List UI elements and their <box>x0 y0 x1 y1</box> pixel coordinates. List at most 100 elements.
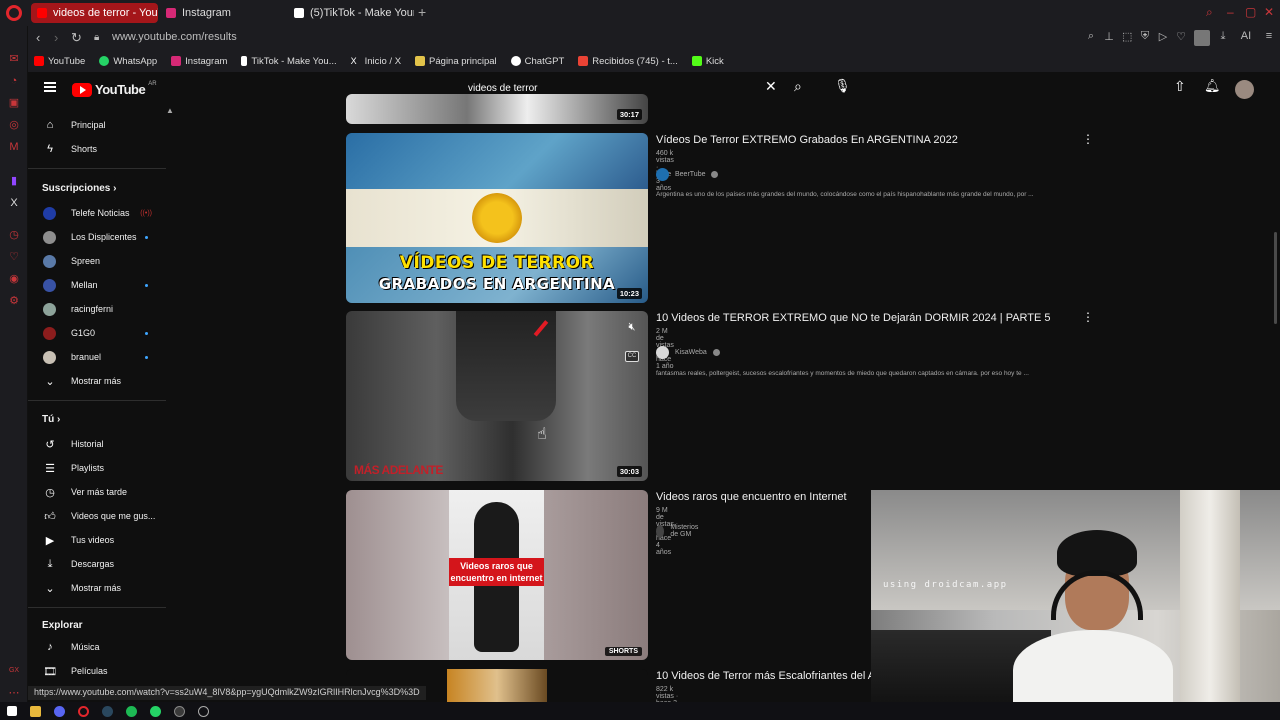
app-icon[interactable] <box>198 705 209 717</box>
profile-avatar[interactable] <box>1194 30 1210 46</box>
opera-logo-icon[interactable] <box>6 5 22 21</box>
obs-icon[interactable] <box>174 705 185 717</box>
you-header[interactable]: Tú › <box>42 414 60 425</box>
scroll-up-icon[interactable]: ▲ <box>166 106 174 118</box>
account-avatar[interactable] <box>1235 80 1254 99</box>
show-more-you[interactable]: ⌄ Mostrar más <box>28 577 166 599</box>
steam-icon[interactable] <box>102 705 113 717</box>
sidebar-item-tus-videos[interactable]: ▶ Tus videos <box>28 529 166 551</box>
bookmark-youtube[interactable]: YouTube <box>34 56 85 67</box>
twitch-icon[interactable]: ▮ <box>7 174 21 188</box>
sidebar-item-musica[interactable]: ♪ Música <box>28 636 166 658</box>
mute-icon[interactable]: 🔇︎ <box>624 321 640 335</box>
discord-icon[interactable] <box>54 705 65 717</box>
bookmark-chatgpt[interactable]: ChatGPT <box>510 56 564 67</box>
snapshot-icon[interactable]: ⬚ <box>1122 30 1132 46</box>
sidebar-item-liked-videos[interactable]: 👍︎ Videos que me gus... <box>28 505 166 527</box>
sidebar-item-historial[interactable]: ↺ Historial <box>28 433 166 455</box>
subscription-g1g0[interactable]: G1G0 <box>28 322 166 344</box>
subscriptions-header[interactable]: Suscripciones › <box>42 183 116 194</box>
x-icon[interactable]: X <box>7 196 21 210</box>
spotify-icon[interactable] <box>126 705 137 717</box>
youtube-logo[interactable]: YouTube AR <box>72 81 157 97</box>
heart-icon[interactable]: ♡ <box>1176 30 1186 46</box>
sidebar-item-principal[interactable]: ⌂ Principal <box>28 114 166 136</box>
send-icon[interactable]: ▷ <box>1158 30 1168 46</box>
gmail-icon[interactable]: M <box>7 140 21 154</box>
channel-link[interactable]: Misterios de GM <box>656 524 703 538</box>
video-thumbnail[interactable]: 🔇︎ CC MÁS ADELANTE 30:03 <box>346 311 648 481</box>
bookmark-x[interactable]: X Inicio / X <box>351 56 401 67</box>
notifications-bell-icon[interactable]: 🔔︎ <box>1204 78 1221 94</box>
whatsapp-icon[interactable] <box>150 705 161 717</box>
file-explorer-icon[interactable] <box>30 705 41 717</box>
aria-button[interactable]: AI <box>1236 30 1256 46</box>
messenger-icon[interactable]: ✉ <box>7 52 21 66</box>
sidebar-item-peliculas[interactable]: 🎞︎ Películas <box>28 660 166 682</box>
channel-link[interactable]: KisaWeba <box>656 346 720 359</box>
url-field[interactable]: www.youtube.com/results <box>112 31 237 43</box>
close-icon[interactable]: ✕ <box>1264 5 1274 19</box>
video-thumbnail[interactable]: Videos raros que encuentro en internet S… <box>346 490 648 660</box>
subtitles-icon[interactable]: CC <box>625 351 639 362</box>
tab-youtube[interactable]: videos de terror - YouTube <box>31 3 158 23</box>
bookmark-tiktok[interactable]: TikTok - Make You... <box>241 56 337 67</box>
windows-start-icon[interactable] <box>7 706 17 716</box>
forward-icon[interactable]: › <box>54 30 58 45</box>
bookmark-gmail[interactable]: Recibidos (745) - t... <box>578 56 678 67</box>
lock-icon[interactable]: ▣ <box>7 96 21 110</box>
page-scrollbar[interactable] <box>1274 232 1277 324</box>
instagram-icon[interactable]: ◎ <box>7 118 21 132</box>
history-icon[interactable]: ◔ <box>7 74 21 88</box>
sidebar-item-ver-mas-tarde[interactable]: ◷ Ver más tarde <box>28 481 166 503</box>
clock-icon[interactable]: ◷ <box>7 228 21 242</box>
channel-link[interactable]: BeerTube <box>656 168 719 181</box>
more-icon[interactable]: ⋯ <box>7 686 21 700</box>
gx-icon[interactable]: GX <box>7 664 21 678</box>
reload-icon[interactable]: ↻ <box>71 30 82 46</box>
tab-instagram[interactable]: Instagram <box>160 3 286 23</box>
search-icon[interactable]: ⌕ <box>794 78 802 95</box>
subscription-telefe-noticias[interactable]: Telefe Noticias ((•)) <box>28 202 166 224</box>
menu-icon[interactable]: ≡ <box>1264 30 1274 46</box>
more-options-icon[interactable]: ⋮ <box>1082 310 1094 324</box>
video-thumbnail[interactable]: 30:17 <box>346 94 648 124</box>
bookmark-kick[interactable]: Kick <box>691 56 724 67</box>
pinboard-icon[interactable]: ◉ <box>7 272 21 286</box>
subscription-mellan[interactable]: Mellan <box>28 274 166 296</box>
menu-icon[interactable] <box>44 82 56 92</box>
tab-tiktok[interactable]: (5)TikTok - Make Your Day <box>288 3 414 23</box>
subscription-los-displicentes[interactable]: Los Displicentes <box>28 226 166 248</box>
bookmark-pagina-principal[interactable]: Página principal <box>415 56 497 67</box>
sidebar-item-shorts[interactable]: ϟ Shorts <box>28 138 166 160</box>
bookmark-whatsapp[interactable]: WhatsApp <box>99 56 157 67</box>
maximize-icon[interactable]: ▢ <box>1245 5 1256 19</box>
video-thumbnail[interactable]: VÍDEOS DE TERROR GRABADOS EN ARGENTINA 1… <box>346 133 648 303</box>
pin-icon[interactable]: ⊥ <box>1104 30 1114 46</box>
bookmark-instagram[interactable]: Instagram <box>171 56 227 67</box>
video-title[interactable]: Videos raros que encuentro en Internet <box>656 491 847 503</box>
video-title[interactable]: Vídeos De Terror EXTREMO Grabados En ARG… <box>656 134 958 146</box>
sidebar-item-playlists[interactable]: ☰ Playlists <box>28 457 166 479</box>
new-tab-button[interactable]: + <box>418 4 426 20</box>
subscription-racingferni[interactable]: racingferni <box>28 298 166 320</box>
subscription-branuel[interactable]: branuel <box>28 346 166 368</box>
heart-icon[interactable]: ♡ <box>7 250 21 264</box>
minimize-icon[interactable]: – <box>1227 5 1234 19</box>
search-tabs-icon[interactable]: ⌕ <box>1206 5 1213 20</box>
download-icon[interactable]: ⤓ <box>1218 30 1228 46</box>
video-title[interactable]: 10 Videos de Terror más Escalofriantes d… <box>656 670 875 682</box>
opera-icon[interactable] <box>78 705 89 717</box>
zoom-icon[interactable]: ⌕ <box>1086 30 1096 46</box>
show-more-subscriptions[interactable]: ⌄ Mostrar más <box>28 370 166 392</box>
more-options-icon[interactable]: ⋮ <box>1082 132 1094 146</box>
back-icon[interactable]: ‹ <box>36 30 40 45</box>
settings-icon[interactable]: ⚙ <box>7 294 21 308</box>
shield-icon[interactable]: ⛨ <box>1140 30 1150 46</box>
sidebar-item-descargas[interactable]: ⤓ Descargas <box>28 553 166 575</box>
video-title[interactable]: 10 Videos de TERROR EXTREMO que NO te De… <box>656 312 1051 324</box>
microphone-icon[interactable]: 🎙︎ <box>834 78 851 94</box>
subscription-spreen[interactable]: Spreen <box>28 250 166 272</box>
clear-search-icon[interactable]: ✕ <box>765 78 777 95</box>
upload-icon[interactable]: ⇧ <box>1174 78 1186 95</box>
